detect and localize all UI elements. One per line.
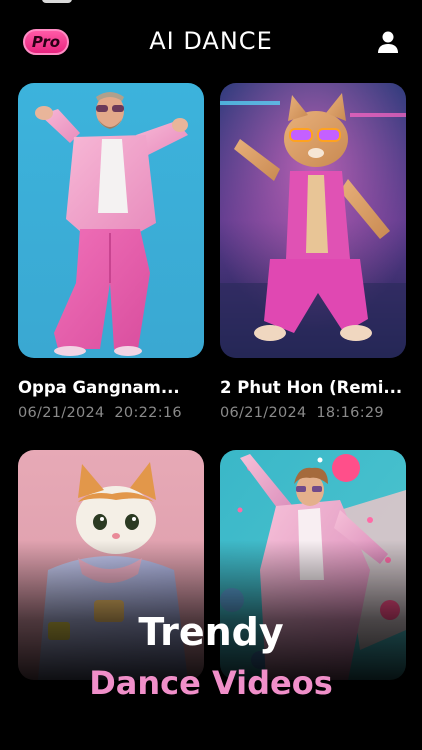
app-header: Pro AI DANCE xyxy=(0,22,422,62)
video-time-1: 20:22:16 xyxy=(114,405,182,421)
video-title-1[interactable]: Oppa Gangnam... xyxy=(18,378,180,397)
video-date-2: 06/21/2024 xyxy=(220,405,307,421)
video-time-2: 18:16:29 xyxy=(316,405,384,421)
video-thumbnail-2 xyxy=(220,83,406,358)
video-card-1[interactable] xyxy=(18,83,204,358)
video-thumbnail-1 xyxy=(18,83,204,358)
promo-subheadline: Dance Videos xyxy=(89,664,333,702)
video-title-2[interactable]: 2 Phut Hon (Remi... xyxy=(220,378,402,397)
video-card-2[interactable] xyxy=(220,83,406,358)
video-timestamp-1: 06/21/2024 20:22:16 xyxy=(18,405,182,421)
app-title: AI DANCE xyxy=(149,27,273,55)
status-bar-time-fragment xyxy=(42,0,72,3)
video-timestamp-2: 06/21/2024 18:16:29 xyxy=(220,405,384,421)
user-icon xyxy=(378,31,398,53)
profile-button[interactable] xyxy=(374,28,402,56)
promo-headline: Trendy xyxy=(138,610,284,654)
video-date-1: 06/21/2024 xyxy=(18,405,105,421)
